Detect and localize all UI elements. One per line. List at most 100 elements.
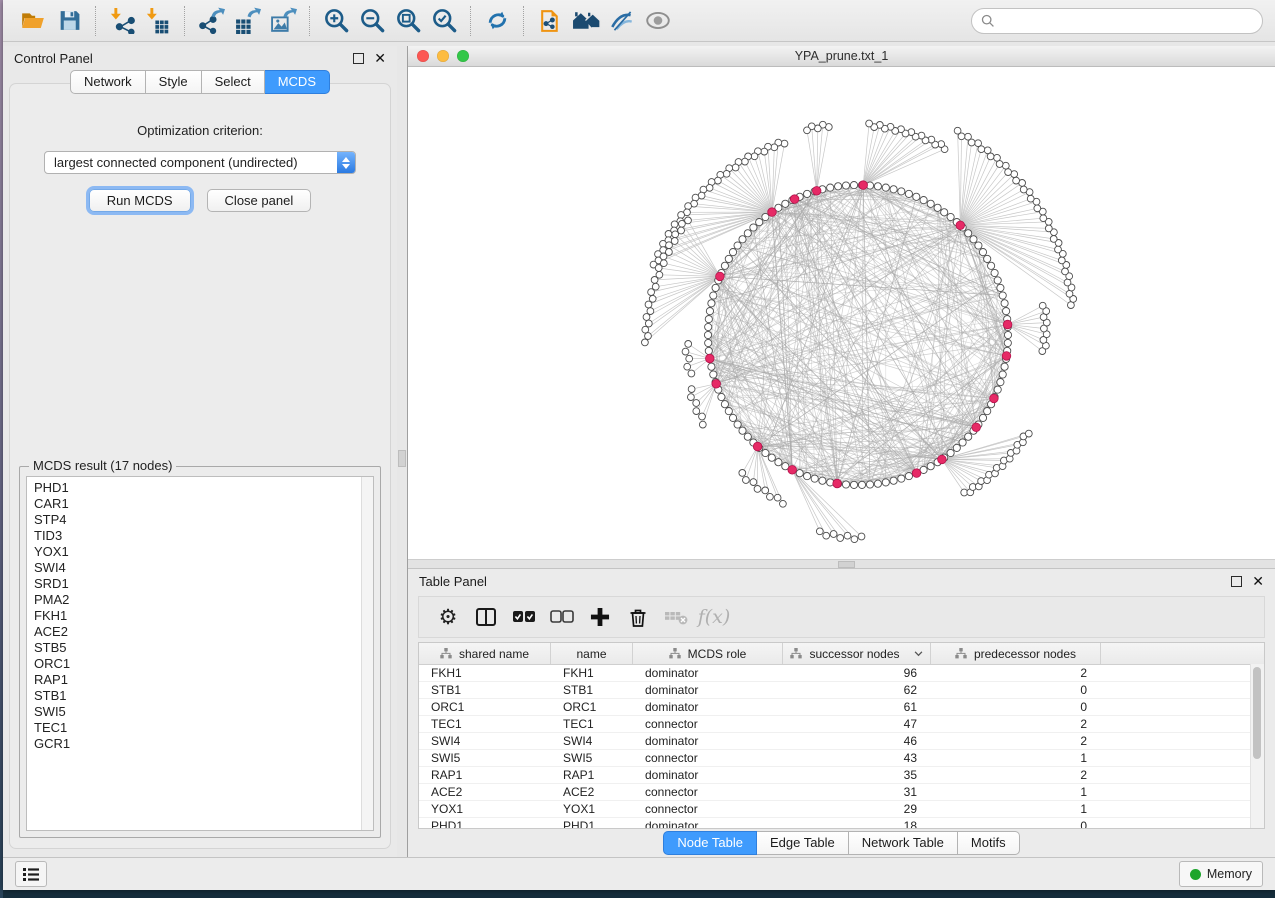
list-item[interactable]: STB1 [34,688,361,704]
zoom-in-button[interactable] [318,5,354,37]
table-row[interactable]: ACE2ACE2connector311 [419,784,1264,801]
table-cell: ORC1 [419,700,551,714]
export-table-icon [234,7,261,34]
network-canvas[interactable] [408,67,1275,559]
table-cell: ACE2 [419,785,551,799]
control-panel-titlebar: Control Panel ✕ [3,46,397,70]
column-header-mcds-role[interactable]: MCDS role [633,643,783,664]
list-item[interactable]: CAR1 [34,496,361,512]
tab-network[interactable]: Network [70,70,146,94]
zoom-out-button[interactable] [354,5,390,37]
tab-select[interactable]: Select [202,70,265,94]
delete-table-button[interactable] [657,600,695,634]
close-window-button[interactable] [417,50,429,62]
table-cell: RAP1 [551,768,633,782]
deselect-all-rows-button[interactable] [543,600,581,634]
export-table-button[interactable] [229,5,265,37]
select-all-rows-button[interactable] [505,600,543,634]
table-row[interactable]: FKH1FKH1dominator962 [419,665,1264,682]
splitter-grip[interactable] [398,450,406,467]
table-scrollbar[interactable] [1250,664,1264,828]
run-mcds-button[interactable]: Run MCDS [89,189,191,212]
table-row[interactable]: ORC1ORC1dominator610 [419,699,1264,716]
maximize-window-button[interactable] [457,50,469,62]
share-network-button[interactable] [532,5,568,37]
horizontal-splitter[interactable] [408,559,1275,569]
search-input[interactable] [1001,12,1253,29]
list-item[interactable]: PMA2 [34,592,361,608]
zoom-selected-button[interactable] [426,5,462,37]
column-label: name [576,647,606,661]
import-table-button[interactable] [140,5,176,37]
column-header-successor-nodes[interactable]: successor nodes [783,643,931,664]
tab-network-table[interactable]: Network Table [849,831,958,855]
result-list-scrollbar[interactable] [361,477,373,830]
network-graph[interactable] [408,67,1275,559]
list-item[interactable]: STP4 [34,512,361,528]
list-item[interactable]: ORC1 [34,656,361,672]
memory-button[interactable]: Memory [1179,861,1263,887]
list-item[interactable]: YOX1 [34,544,361,560]
list-item[interactable]: ACE2 [34,624,361,640]
close-panel-button[interactable]: Close panel [207,189,312,212]
list-item[interactable]: TID3 [34,528,361,544]
tab-node-table[interactable]: Node Table [663,831,757,855]
table-scrollbar-thumb[interactable] [1253,667,1261,759]
column-header-predecessor-nodes[interactable]: predecessor nodes [931,643,1101,664]
delete-columns-button[interactable] [619,600,657,634]
search-networks-home-button[interactable] [568,5,604,37]
list-item[interactable]: RAP1 [34,672,361,688]
tab-edge-table[interactable]: Edge Table [757,831,849,855]
vertical-splitter[interactable] [397,46,408,857]
save-session-button[interactable] [51,5,87,37]
list-item[interactable]: GCR1 [34,736,361,752]
minimize-window-button[interactable] [437,50,449,62]
table-row[interactable]: SWI5SWI5connector431 [419,750,1264,767]
float-panel-icon[interactable] [353,53,364,64]
search-box[interactable] [971,8,1263,34]
columns-icon [475,607,497,627]
close-panel-icon[interactable]: ✕ [1252,576,1264,586]
column-header-shared-name[interactable]: shared name [419,643,551,664]
mcds-result-group: MCDS result (17 nodes) PHD1CAR1STP4TID3Y… [19,466,381,838]
list-item[interactable]: FKH1 [34,608,361,624]
export-image-button[interactable] [265,5,301,37]
share-document-icon [537,7,564,34]
table-row[interactable]: STB1STB1dominator620 [419,682,1264,699]
task-history-button[interactable] [15,861,47,887]
toggle-column-view-button[interactable] [467,600,505,634]
apply-function-button[interactable]: f(x) [695,600,733,634]
table-row[interactable]: SWI4SWI4dominator462 [419,733,1264,750]
import-network-button[interactable] [104,5,140,37]
optimization-criterion-select[interactable]: largest connected component (undirected) [44,151,356,174]
list-item[interactable]: SWI5 [34,704,361,720]
list-item[interactable]: SWI4 [34,560,361,576]
list-item[interactable]: PHD1 [34,480,361,496]
toggle-graphics-details-button[interactable] [604,5,640,37]
tab-motifs[interactable]: Motifs [958,831,1020,855]
list-item[interactable]: STB5 [34,640,361,656]
table-row[interactable]: YOX1YOX1connector291 [419,801,1264,818]
zoom-fit-button[interactable] [390,5,426,37]
tab-style[interactable]: Style [146,70,202,94]
float-panel-icon[interactable] [1231,576,1242,587]
table-row[interactable]: PHD1PHD1dominator180 [419,818,1264,828]
table-row[interactable]: RAP1RAP1dominator352 [419,767,1264,784]
close-panel-icon[interactable]: ✕ [374,53,386,63]
list-item[interactable]: TEC1 [34,720,361,736]
table-cell: dominator [633,666,783,680]
list-item[interactable]: SRD1 [34,576,361,592]
export-network-button[interactable] [193,5,229,37]
create-new-column-button[interactable] [581,600,619,634]
table-row[interactable]: TEC1TEC1connector472 [419,716,1264,733]
open-file-button[interactable] [15,5,51,37]
shared-column-icon [790,648,802,659]
splitter-grip[interactable] [838,561,855,568]
table-cell: 1 [931,785,1101,799]
birds-eye-view-button[interactable] [640,5,676,37]
column-header-name[interactable]: name [551,643,633,664]
tab-mcds[interactable]: MCDS [265,70,330,94]
table-cell: FKH1 [551,666,633,680]
table-settings-button[interactable]: ⚙ [429,600,467,634]
apply-layout-button[interactable] [479,5,515,37]
